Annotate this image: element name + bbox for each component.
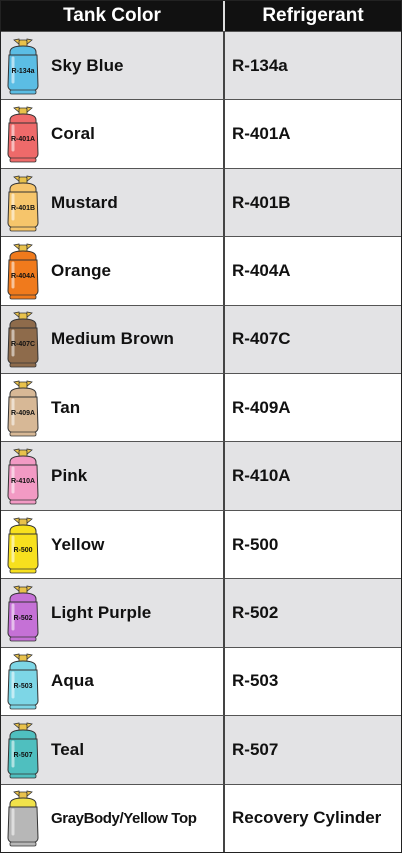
refrigerant-tank-icon: R-409A <box>7 380 39 437</box>
tank-color-name: Yellow <box>51 534 105 554</box>
refrigerant-tank-icon: R-401A <box>7 106 39 163</box>
refrigerant-tank-icon: R-503 <box>7 653 39 710</box>
refrigerant-cell: R-409A <box>225 373 401 442</box>
tank-color-cell: GrayBody/Yellow Top <box>1 783 225 852</box>
tank-label: R-409A <box>11 410 35 417</box>
refrigerant-tank-icon: R-507 <box>7 722 39 779</box>
refrigerant-tank-icon: R-500 <box>7 517 39 574</box>
tank-color-name: Tan <box>51 397 81 417</box>
refrigerant-color-table: Tank Color Refrigerant R-134a Sky Blue R-1… <box>0 0 402 853</box>
refrigerant-code: R-134a <box>232 55 288 75</box>
refrigerant-cell: R-507 <box>225 715 401 784</box>
refrigerant-code: R-500 <box>232 534 279 554</box>
refrigerant-tank-icon <box>7 790 39 847</box>
tank-color-name: Teal <box>51 739 85 759</box>
refrigerant-cell: R-407C <box>225 304 401 374</box>
tank-label: R-502 <box>13 615 32 622</box>
refrigerant-cell: R-503 <box>225 646 401 716</box>
tank-color-cell: R-401A Coral <box>1 99 225 168</box>
refrigerant-cell: R-404A <box>225 236 401 305</box>
refrigerant-tank-icon: R-410A <box>7 448 39 505</box>
tank-color-cell: R-507 Teal <box>1 715 225 784</box>
tank-color-name: Aqua <box>51 671 94 691</box>
tank-label: R-401B <box>11 205 35 212</box>
refrigerant-code: R-502 <box>232 603 279 623</box>
tank-color-name: Sky Blue <box>51 55 124 75</box>
header-tank-color: Tank Color <box>1 1 225 31</box>
tank-color-name: Orange <box>51 260 112 280</box>
tank-color-cell: R-500 Yellow <box>1 509 225 579</box>
refrigerant-cell: R-410A <box>225 441 401 510</box>
refrigerant-code: R-507 <box>232 739 279 759</box>
tank-color-name: GrayBody/Yellow Top <box>51 809 197 827</box>
refrigerant-cell: R-134a <box>225 31 401 100</box>
refrigerant-code: R-404A <box>232 260 291 280</box>
tank-color-cell: R-401B Mustard <box>1 167 225 237</box>
tank-color-cell: R-503 Aqua <box>1 646 225 716</box>
refrigerant-tank-icon: R-401B <box>7 175 39 231</box>
tank-color-cell: R-502 Light Purple <box>1 578 225 647</box>
refrigerant-code: Recovery Cylinder <box>232 808 382 828</box>
tank-label: R-507 <box>13 752 32 759</box>
header-refrigerant: Refrigerant <box>225 1 401 31</box>
tank-label: R-407C <box>11 341 35 348</box>
tank-color-name: Mustard <box>51 192 118 212</box>
tank-color-cell: R-409A Tan <box>1 373 225 442</box>
tank-color-cell: R-407C Medium Brown <box>1 304 225 374</box>
refrigerant-code: R-401B <box>232 192 291 212</box>
refrigerant-code: R-409A <box>232 397 291 417</box>
tank-color-cell: R-410A Pink <box>1 441 225 510</box>
refrigerant-tank-icon: R-407C <box>7 311 39 368</box>
tank-label: R-134a <box>12 68 35 75</box>
tank-label: R-401A <box>11 136 35 143</box>
tank-color-name: Light Purple <box>51 603 152 623</box>
refrigerant-code: R-410A <box>232 466 291 486</box>
tank-color-cell: R-404A Orange <box>1 236 225 305</box>
refrigerant-cell: R-500 <box>225 509 401 579</box>
tank-color-name: Pink <box>51 466 88 486</box>
tank-label: R-503 <box>13 683 32 690</box>
tank-color-name: Coral <box>51 124 95 144</box>
refrigerant-cell: Recovery Cylinder <box>225 783 401 852</box>
refrigerant-cell: R-502 <box>225 578 401 647</box>
refrigerant-tank-icon: R-404A <box>7 243 39 300</box>
refrigerant-cell: R-401B <box>225 167 401 237</box>
refrigerant-code: R-503 <box>232 671 279 691</box>
tank-color-cell: R-134a Sky Blue <box>1 31 225 100</box>
refrigerant-code: R-407C <box>232 329 291 349</box>
tank-label: R-404A <box>11 273 35 280</box>
tank-label: R-500 <box>13 547 32 554</box>
refrigerant-tank-icon: R-502 <box>7 585 39 642</box>
tank-color-name: Medium Brown <box>51 329 175 349</box>
refrigerant-tank-icon: R-134a <box>7 38 39 95</box>
refrigerant-code: R-401A <box>232 124 291 144</box>
tank-label: R-410A <box>11 478 35 485</box>
refrigerant-cell: R-401A <box>225 99 401 168</box>
